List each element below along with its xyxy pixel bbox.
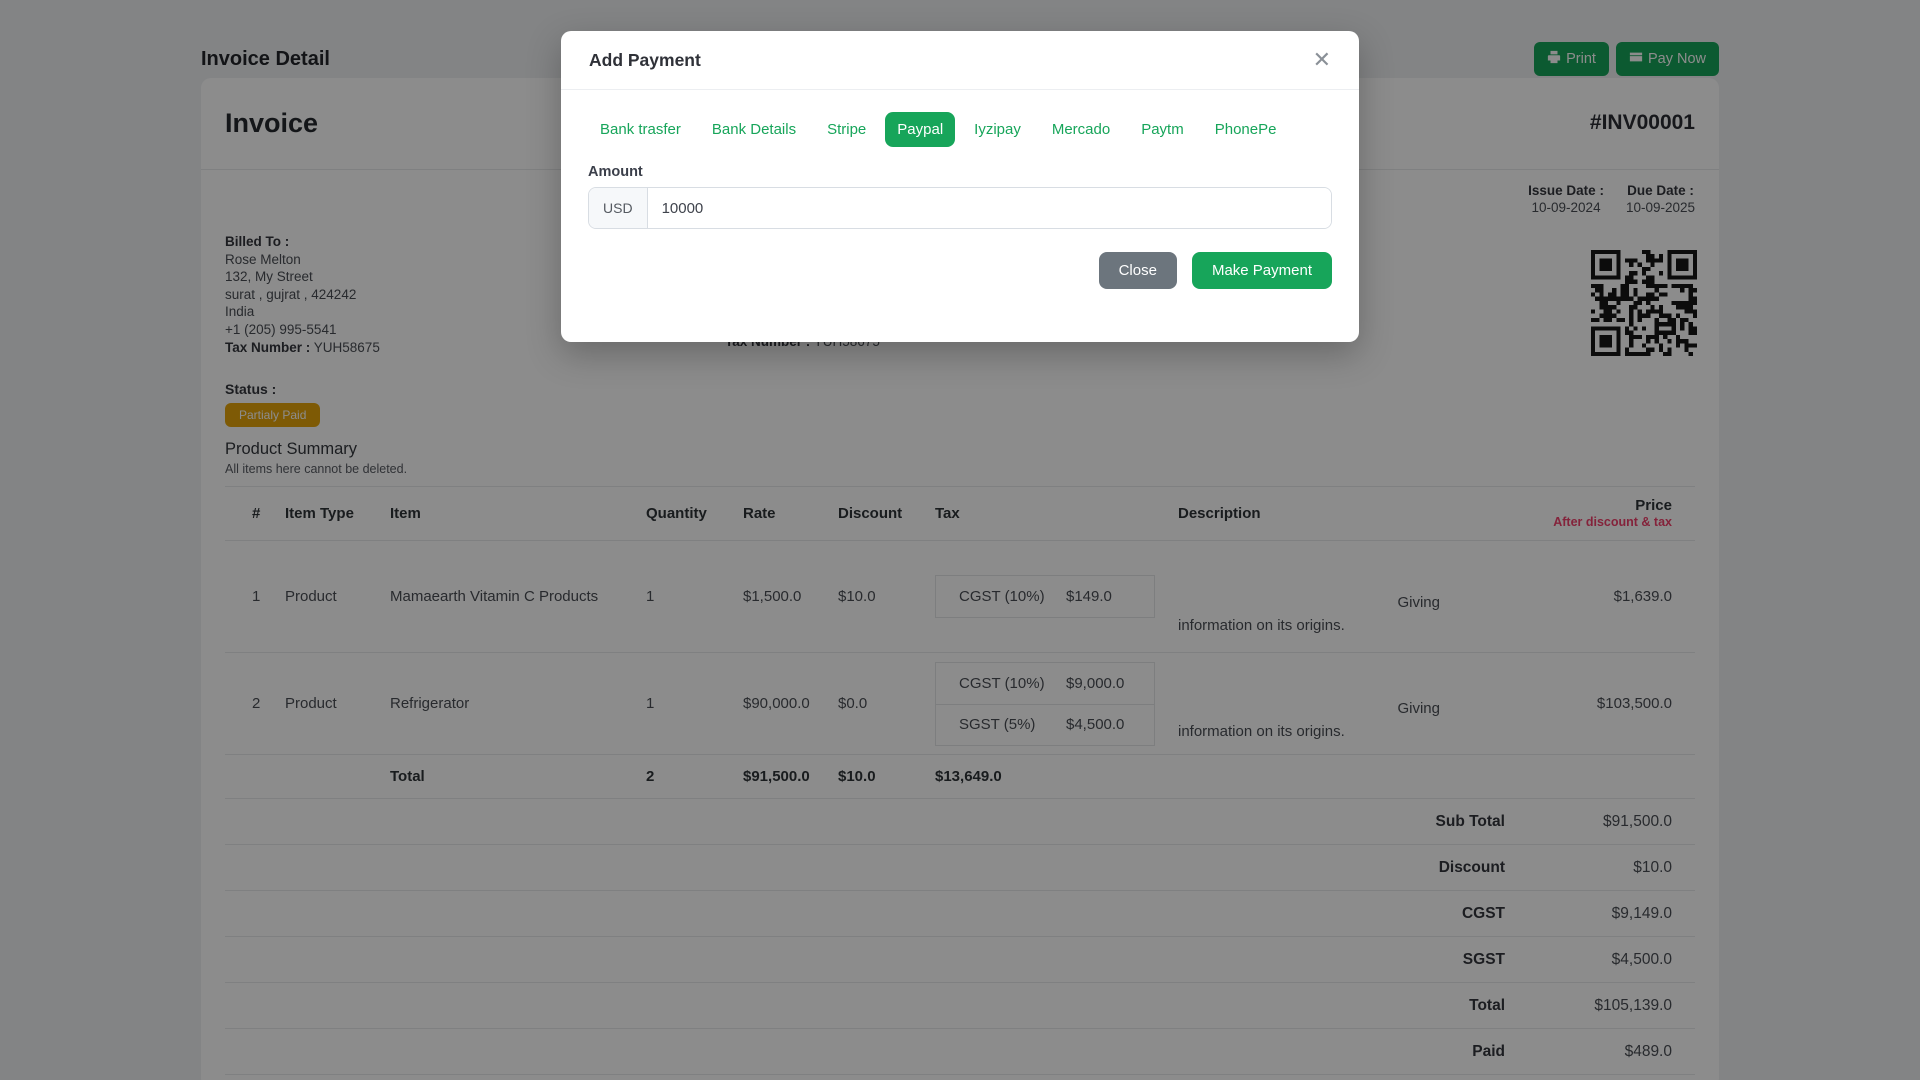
amount-input[interactable] [647,188,1331,228]
tab-paytm[interactable]: Paytm [1129,112,1196,147]
tab-iyzipay[interactable]: Iyzipay [962,112,1033,147]
add-payment-modal: Add Payment ✕ Bank trasfer Bank Details … [561,31,1359,342]
payment-method-tabs: Bank trasfer Bank Details Stripe Paypal … [588,112,1332,147]
close-button[interactable]: Close [1098,252,1177,289]
tab-mercado[interactable]: Mercado [1040,112,1122,147]
modal-footer: Close Make Payment [588,252,1332,289]
make-payment-button[interactable]: Make Payment [1191,252,1332,289]
tab-stripe[interactable]: Stripe [815,112,878,147]
tab-phonepe[interactable]: PhonePe [1203,112,1289,147]
close-icon[interactable]: ✕ [1313,49,1331,71]
tab-bank-details[interactable]: Bank Details [700,112,808,147]
amount-input-group: USD [588,187,1332,229]
amount-label: Amount [588,164,643,180]
currency-prefix: USD [589,188,648,228]
modal-title: Add Payment [589,49,701,70]
tab-paypal[interactable]: Paypal [885,112,956,147]
tab-bank-transfer[interactable]: Bank trasfer [588,112,693,147]
modal-header: Add Payment ✕ [561,31,1359,90]
modal-body: Bank trasfer Bank Details Stripe Paypal … [561,90,1359,289]
